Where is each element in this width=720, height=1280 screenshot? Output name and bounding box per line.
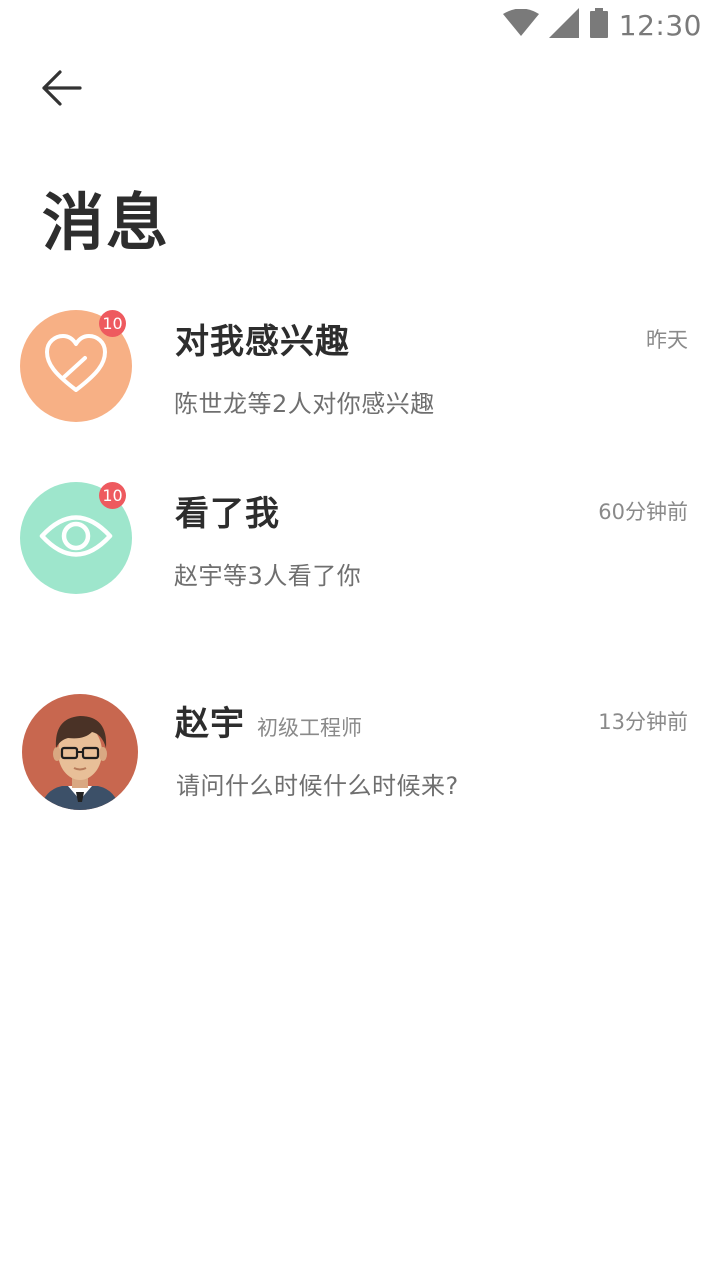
item-time: 60分钟前 <box>598 500 688 524</box>
battery-icon <box>589 8 609 42</box>
item-time: 13分钟前 <box>598 710 688 734</box>
item-description: 请问什么时候什么时候来? <box>176 772 459 800</box>
user-avatar <box>22 694 138 810</box>
status-icons: 12:30 <box>502 8 702 42</box>
item-title: 对我感兴趣 <box>175 322 350 362</box>
list-item-viewed[interactable]: 10 看了我 60分钟前 赵宇等3人看了你 <box>0 472 720 612</box>
list-item-chat-zhaoyu[interactable]: 赵宇 初级工程师 13分钟前 请问什么时候什么时候来? <box>0 684 720 824</box>
signal-icon <box>548 8 579 42</box>
contact-role: 初级工程师 <box>257 716 362 740</box>
page-title: 消息 <box>42 186 171 259</box>
item-description: 陈世龙等2人对你感兴趣 <box>174 390 435 418</box>
list-item-interested[interactable]: 10 对我感兴趣 昨天 陈世龙等2人对你感兴趣 <box>0 300 720 440</box>
back-button[interactable] <box>30 62 86 114</box>
eye-icon <box>38 511 114 565</box>
contact-name: 赵宇 <box>175 704 245 744</box>
wifi-icon <box>502 8 539 41</box>
item-description: 赵宇等3人看了你 <box>174 562 362 590</box>
unread-badge: 10 <box>99 482 126 509</box>
item-time: 昨天 <box>646 328 688 352</box>
item-title: 赵宇 初级工程师 <box>175 696 362 745</box>
unread-badge: 10 <box>99 310 126 337</box>
heart-icon <box>41 332 111 400</box>
status-time: 12:30 <box>618 8 702 42</box>
arrow-left-icon <box>30 70 86 118</box>
status-bar: 12:30 <box>0 0 720 50</box>
item-title: 看了我 <box>175 494 280 534</box>
